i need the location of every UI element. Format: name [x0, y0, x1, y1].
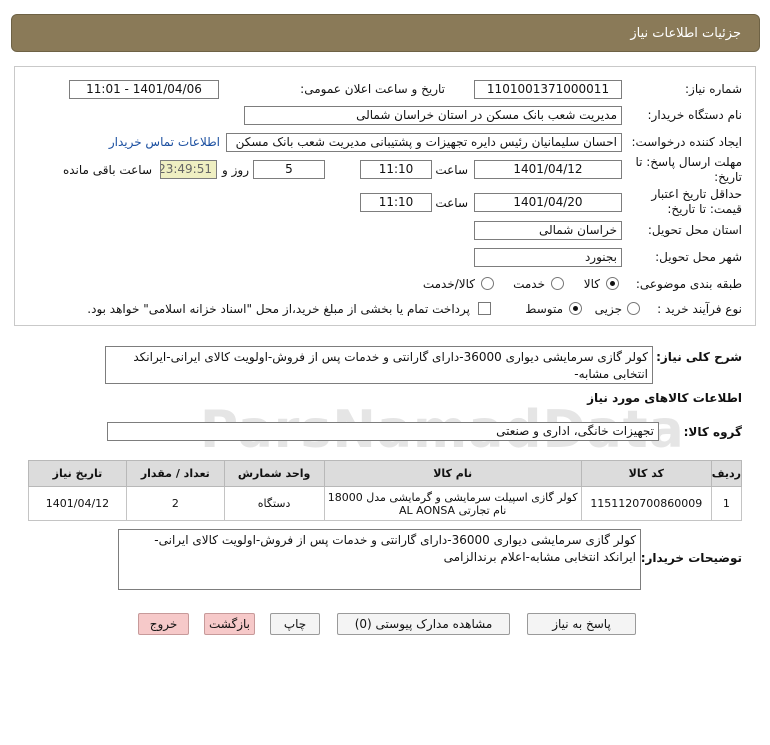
page-title: جزئیات اطلاعات نیاز — [630, 26, 741, 41]
treasury-payment-checkbox[interactable] — [478, 302, 491, 315]
delivery-province-field: خراسان شمالی — [474, 221, 622, 240]
category-label: طبقه بندی موضوعی: — [635, 277, 742, 291]
process-minor-radio[interactable] — [627, 302, 640, 315]
need-number-label: شماره نیاز: — [685, 82, 742, 96]
process-type-label: نوع فرآیند خرید : — [657, 302, 742, 316]
col-unit-header: واحد شمارش — [223, 460, 325, 487]
announce-datetime-label: تاریخ و ساعت اعلان عمومی: — [300, 82, 445, 96]
category-service-label: خدمت — [513, 277, 545, 291]
category-goods-service-label: کالا/خدمت — [422, 277, 475, 291]
print-button[interactable]: چاپ — [270, 613, 320, 635]
process-medium-radio[interactable] — [569, 302, 582, 315]
need-summary-label: شرح کلی نیاز: — [656, 350, 742, 364]
need-number-field: 1101001371000011 — [474, 80, 622, 99]
buyer-contact-link[interactable]: اطلاعات تماس خریدار — [109, 135, 220, 150]
item-qty-cell: 2 — [125, 486, 225, 521]
announce-datetime-field: 1401/04/06 - 11:01 — [69, 80, 219, 99]
requester-label: ایجاد کننده درخواست: — [631, 135, 742, 149]
table-row: 1 1151120700860009 کولر گازی اسپیلت سرما… — [28, 486, 743, 521]
back-button[interactable]: بازگشت — [204, 613, 255, 635]
buyer-notes-box: کولر گازی سرمایشی دیواری 36000-دارای گار… — [118, 529, 641, 590]
item-name-cell: کولر گازی اسپیلت سرمایشی و گرمایشی مدل 1… — [323, 486, 582, 521]
delivery-province-label: استان محل تحویل: — [647, 223, 742, 237]
price-validity-label: حداقل تاریخ اعتبار قیمت: تا تاریخ: — [651, 187, 742, 216]
page-header: جزئیات اطلاعات نیاز — [11, 14, 760, 52]
buyer-name-label: نام دستگاه خریدار: — [647, 108, 743, 122]
reply-hour-label: ساعت — [435, 163, 468, 177]
goods-table-header: ردیف کد کالا نام کالا واحد شمارش تعداد /… — [28, 460, 743, 487]
attachments-button[interactable]: مشاهده مدارک پیوستی (0) — [337, 613, 510, 635]
item-date-cell: 1401/04/12 — [28, 486, 127, 521]
row-number-cell: 1 — [710, 486, 743, 521]
goods-table: ردیف کد کالا نام کالا واحد شمارش تعداد /… — [28, 460, 743, 521]
buyer-name-field: مدیریت شعب بانک مسکن در استان خراسان شما… — [244, 106, 622, 125]
col-code-header: کد کالا — [580, 460, 712, 487]
category-goods-service-radio[interactable] — [481, 277, 494, 290]
process-minor-label: جزیی — [594, 302, 622, 316]
validity-hour-label: ساعت — [435, 196, 468, 210]
goods-group-label: گروه کالا: — [683, 425, 742, 439]
delivery-city-field: بجنورد — [474, 248, 622, 267]
col-qty-header: تعداد / مقدار — [125, 460, 225, 487]
days-field: 5 — [253, 160, 325, 179]
reply-date-field: 1401/04/12 — [474, 160, 622, 179]
process-medium-label: متوسط — [525, 302, 563, 316]
goods-info-heading: اطلاعات کالاهای مورد نیاز — [587, 391, 742, 405]
delivery-city-label: شهر محل تحویل: — [655, 250, 742, 264]
validity-date-field: 1401/04/20 — [474, 193, 622, 212]
category-goods-radio[interactable] — [606, 277, 619, 290]
days-label: روز و — [222, 163, 249, 177]
treasury-payment-note: پرداخت تمام یا بخشی از مبلغ خرید،از محل … — [87, 302, 470, 316]
validity-time-field: 11:10 — [360, 193, 432, 212]
col-date-header: تاریخ نیاز — [28, 460, 127, 487]
exit-button[interactable]: خروج — [138, 613, 189, 635]
reply-time-field: 11:10 — [360, 160, 432, 179]
category-goods-label: کالا — [583, 277, 600, 291]
category-service-radio[interactable] — [551, 277, 564, 290]
requester-field: احسان سلیمانیان رئیس دایره تجهیزات و پشت… — [226, 133, 622, 152]
item-code-cell: 1151120700860009 — [580, 486, 712, 521]
need-summary-box: کولر گازی سرمایشی دیواری 36000-دارای گار… — [105, 346, 653, 384]
reply-button[interactable]: پاسخ به نیاز — [527, 613, 636, 635]
remaining-label: ساعت باقی مانده — [62, 163, 152, 177]
col-name-header: نام کالا — [323, 460, 582, 487]
reply-deadline-label: مهلت ارسال پاسخ: تا تاریخ: — [635, 155, 742, 184]
item-unit-cell: دستگاه — [223, 486, 325, 521]
buyer-notes-label: توضیحات خریدار: — [640, 551, 742, 565]
remaining-timer: 23:49:51 — [160, 160, 217, 179]
goods-group-field: تجهیزات خانگی، اداری و صنعتی — [107, 422, 659, 441]
col-row-header: ردیف — [710, 460, 743, 487]
